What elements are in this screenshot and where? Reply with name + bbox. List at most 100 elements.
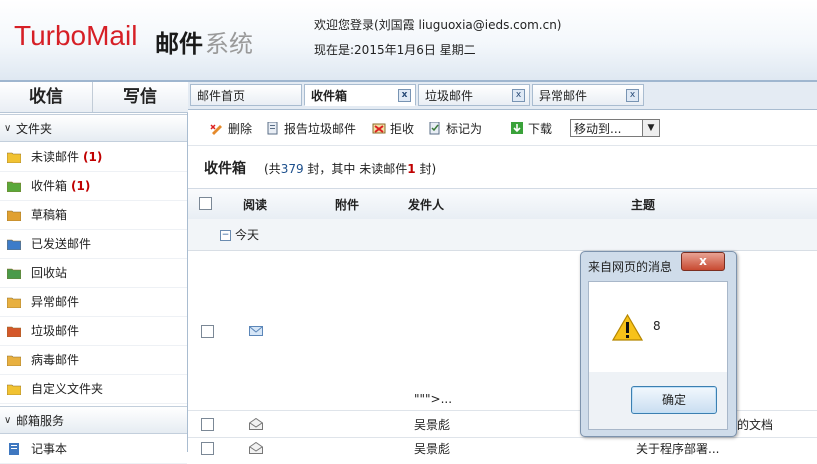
reject-label: 拒收 (390, 122, 415, 136)
drafts-folder-icon (7, 210, 21, 221)
sidebar-item-label: 记事本 (31, 442, 68, 456)
row-subject[interactable]: 的文档 (737, 416, 773, 433)
row-checkbox[interactable] (201, 442, 214, 455)
tab-label: 异常邮件 (539, 89, 588, 103)
reject-button[interactable]: 拒收 (372, 121, 414, 137)
sidebar-item-label: 垃圾邮件 (31, 324, 80, 338)
sidebar-item-label: 已发送邮件 (31, 237, 92, 251)
sidebar-item-label: 自定义文件夹 (31, 382, 104, 396)
warning-icon (612, 314, 643, 341)
column-subject[interactable]: 主题 (631, 196, 655, 213)
sidebar-item-label: 病毒邮件 (31, 353, 80, 367)
unread-count: 1 (407, 162, 416, 176)
tab-close-icon[interactable]: x (512, 89, 525, 102)
chevron-down-icon: ∨ (4, 123, 12, 134)
sidebar-item-folder[interactable]: 未读邮件 (1) (0, 143, 187, 172)
report-spam-icon (267, 122, 278, 135)
column-read[interactable]: 阅读 (243, 196, 267, 213)
tab-inbox[interactable]: 收件箱 x (304, 84, 416, 106)
dialog-close-button[interactable]: x (681, 252, 725, 271)
mark-as-label: 标记为 (446, 122, 483, 136)
mark-icon (429, 122, 440, 135)
sidebar-item-folder[interactable]: 回收站 (0, 259, 187, 288)
unread-count-badge: (1) (71, 179, 91, 193)
receive-mail-button[interactable]: 收信 (0, 82, 93, 112)
sidebar-item-folder[interactable]: 收件箱 (1) (0, 172, 187, 201)
folders-section-header[interactable]: ∨ 文件夹 (0, 114, 187, 142)
move-to-select[interactable]: 移动到... ▼ (570, 119, 660, 137)
sidebar-item-label: 异常邮件 (31, 295, 80, 309)
reject-icon (372, 123, 386, 134)
folder-title: 收件箱 (204, 161, 246, 177)
report-spam-button[interactable]: 报告垃圾邮件 (266, 121, 356, 137)
unread-folder-icon (7, 152, 21, 163)
notepad-icon (9, 443, 19, 455)
sidebar-item-label: 回收站 (31, 266, 68, 280)
tab-close-icon[interactable]: x (626, 89, 639, 102)
read-mail-icon[interactable] (249, 442, 263, 454)
sidebar-item-label: 草稿箱 (31, 208, 68, 222)
tab-abnormal[interactable]: 异常邮件 x (532, 84, 644, 106)
welcome-text: 欢迎您登录(刘国霞 liuguoxia@ieds.com.cn) (314, 18, 562, 32)
compose-mail-button[interactable]: 写信 (93, 82, 187, 112)
column-attachment[interactable]: 附件 (335, 196, 359, 213)
services-section-header[interactable]: ∨ 邮箱服务 (0, 406, 187, 434)
folder-summary: (共379 封，其中 未读邮件1 封) (264, 160, 436, 177)
tab-close-icon[interactable]: x (398, 89, 411, 102)
row-sender[interactable]: 吴景彪 (414, 440, 450, 457)
date-text: 现在是:2015年1月6日 星期二 (314, 43, 476, 57)
table-header (188, 188, 817, 220)
sidebar-item-folder[interactable]: 垃圾邮件 (0, 317, 187, 346)
sidebar-item-folder[interactable]: 自定义文件夹 (0, 375, 187, 404)
download-button[interactable]: 下载 (510, 121, 552, 137)
group-row (188, 219, 817, 251)
delete-label: 删除 (228, 122, 253, 136)
sent-folder-icon (7, 239, 21, 250)
tab-spam[interactable]: 垃圾邮件 x (418, 84, 530, 106)
sidebar-item-folder[interactable]: 已发送邮件 (0, 230, 187, 259)
sidebar-item-folder[interactable]: 病毒邮件 (0, 346, 187, 375)
row-sender[interactable]: """>... (414, 392, 452, 406)
sidebar-item-notepad[interactable]: 记事本 (0, 435, 187, 464)
summary-mid: 封，其中 未读邮件 (307, 162, 408, 176)
download-icon (511, 122, 523, 134)
column-sender[interactable]: 发件人 (408, 196, 444, 213)
sidebar-item-label: 未读邮件 (31, 150, 80, 164)
delete-icon (210, 124, 222, 135)
group-label: 今天 (235, 228, 260, 242)
read-mail-icon[interactable] (249, 418, 263, 430)
row-checkbox[interactable] (201, 325, 214, 338)
sidebar-item-label: 收件箱 (31, 179, 68, 193)
dialog-message: 8 (653, 319, 661, 333)
chevron-down-icon: ▼ (642, 120, 659, 136)
logo-turbo-text: TurboMail (14, 20, 138, 51)
collapse-icon[interactable]: − (220, 230, 231, 241)
mark-as-button[interactable]: 标记为 (428, 121, 482, 137)
tab-label: 垃圾邮件 (425, 89, 474, 103)
row-sender[interactable]: 吴景彪 (414, 416, 450, 433)
report-spam-label: 报告垃圾邮件 (284, 122, 357, 136)
row-divider (188, 437, 817, 438)
tab-label: 收件箱 (311, 89, 348, 103)
inbox-folder-icon (7, 181, 21, 192)
recycle-folder-icon (7, 268, 21, 279)
delete-button[interactable]: 删除 (210, 121, 252, 137)
summary-suffix: 封) (419, 162, 437, 176)
row-subject[interactable]: 关于程序部署... (636, 440, 719, 457)
logo-system-text: 系统 (205, 30, 253, 58)
ok-button[interactable]: 确定 (631, 386, 717, 414)
section-label: 文件夹 (16, 122, 53, 136)
section-label: 邮箱服务 (16, 414, 65, 428)
select-all-checkbox[interactable] (199, 197, 212, 210)
spam-folder-icon (7, 326, 21, 337)
virus-folder-icon (7, 355, 21, 366)
total-count: 379 (280, 162, 304, 176)
move-to-value: 移动到... (574, 122, 622, 136)
sidebar-item-folder[interactable]: 异常邮件 (0, 288, 187, 317)
tab-mail-home[interactable]: 邮件首页 (190, 84, 302, 106)
row-checkbox[interactable] (201, 418, 214, 431)
unread-mail-icon[interactable] (249, 326, 263, 336)
dialog-title: 来自网页的消息 (588, 260, 673, 274)
sidebar-item-folder[interactable]: 草稿箱 (0, 201, 187, 230)
tab-label: 邮件首页 (197, 89, 246, 103)
